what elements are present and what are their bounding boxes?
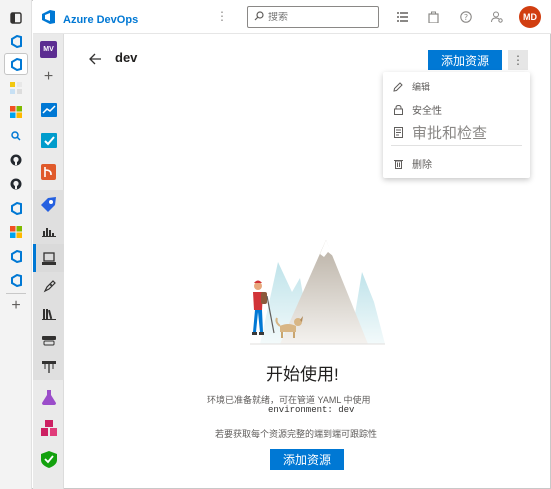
- task-groups-icon[interactable]: [40, 332, 57, 349]
- azure-devops-tab-icon[interactable]: [8, 33, 24, 49]
- search-tab-icon[interactable]: [8, 128, 24, 144]
- azure-devops-tab-icon[interactable]: [8, 248, 24, 264]
- help-icon[interactable]: ?: [459, 10, 472, 23]
- pencil-icon: [393, 81, 403, 92]
- library-icon[interactable]: [40, 305, 57, 322]
- search-icon: [254, 8, 264, 26]
- avatar[interactable]: MD: [519, 6, 541, 28]
- menu-item-edit[interactable]: 编辑: [393, 80, 430, 93]
- overview-icon[interactable]: [40, 101, 57, 118]
- azure-devops-logo-icon: [41, 9, 57, 30]
- context-menu: 编辑 安全性 审批和检查 删除: [383, 72, 530, 178]
- boards-icon[interactable]: [40, 132, 57, 149]
- releases-icon[interactable]: [40, 278, 57, 295]
- project-avatar[interactable]: MV: [40, 41, 57, 58]
- add-new-icon[interactable]: +: [40, 68, 57, 85]
- strip-divider: [6, 293, 26, 294]
- pipelines-icon[interactable]: [40, 196, 57, 213]
- empty-state-title: 开始使用!: [266, 365, 339, 384]
- svg-text:?: ?: [463, 13, 467, 22]
- search-input[interactable]: [268, 11, 368, 23]
- lock-icon: [393, 104, 403, 115]
- browser-side-strip: +: [0, 0, 32, 489]
- document-icon: [393, 127, 403, 138]
- menu-item-security[interactable]: 安全性: [393, 102, 442, 117]
- top-bar: Azure DevOps ⋮ ? MD: [33, 0, 551, 34]
- work-items-list-icon[interactable]: [396, 10, 409, 23]
- trash-icon: [393, 159, 403, 169]
- azure-devops-tab-icon[interactable]: [8, 200, 24, 216]
- empty-state-illustration: [240, 232, 390, 352]
- back-arrow-icon[interactable]: [88, 52, 102, 66]
- search-box[interactable]: [247, 6, 379, 28]
- artifacts-icon[interactable]: [40, 419, 57, 436]
- microsoft-icon[interactable]: [8, 104, 24, 120]
- add-resource-button[interactable]: 添加资源: [428, 50, 502, 70]
- azure-devops-tab-icon[interactable]: [8, 56, 24, 72]
- marketplace-bag-icon[interactable]: [427, 10, 440, 23]
- menu-item-approvals[interactable]: 审批和检查: [393, 122, 487, 143]
- deployment-groups-icon[interactable]: [40, 358, 57, 375]
- menu-item-delete[interactable]: 删除: [393, 156, 432, 171]
- more-options-icon[interactable]: ⋮: [216, 9, 228, 23]
- pipelines-chart-icon[interactable]: [40, 222, 57, 239]
- security-extension-icon[interactable]: [40, 451, 57, 468]
- github-icon[interactable]: [8, 152, 24, 168]
- repos-icon[interactable]: [40, 163, 57, 180]
- brand-name: Azure DevOps: [63, 13, 139, 26]
- menu-separator: [391, 145, 522, 146]
- menu-item-label: 审批和检查: [412, 125, 488, 142]
- menu-item-label: 安全性: [412, 106, 442, 117]
- menu-item-label: 编辑: [412, 82, 431, 92]
- nav-selected-indicator: [33, 244, 36, 272]
- empty-state-add-resource-button[interactable]: 添加资源: [270, 449, 344, 470]
- app-grid-icon[interactable]: [8, 80, 24, 96]
- test-plans-icon[interactable]: [40, 388, 57, 405]
- microsoft-icon[interactable]: [8, 224, 24, 240]
- github-icon[interactable]: [8, 176, 24, 192]
- empty-state-traceability-text: 若要获取每个资源完整的端到端可跟踪性: [215, 429, 378, 439]
- left-navigation: MV +: [33, 0, 64, 489]
- environments-icon[interactable]: [40, 250, 57, 267]
- more-actions-button[interactable]: ⋮: [508, 50, 528, 70]
- menu-item-label: 删除: [412, 160, 432, 171]
- environment-yaml-snippet: environment: dev: [268, 405, 355, 415]
- azure-devops-tab-icon[interactable]: [8, 272, 24, 288]
- new-tab-icon[interactable]: +: [8, 297, 24, 314]
- user-settings-icon[interactable]: [490, 10, 503, 23]
- page-title: dev: [115, 50, 138, 65]
- brand[interactable]: Azure DevOps: [41, 9, 138, 30]
- tab-actions-icon[interactable]: [8, 10, 24, 26]
